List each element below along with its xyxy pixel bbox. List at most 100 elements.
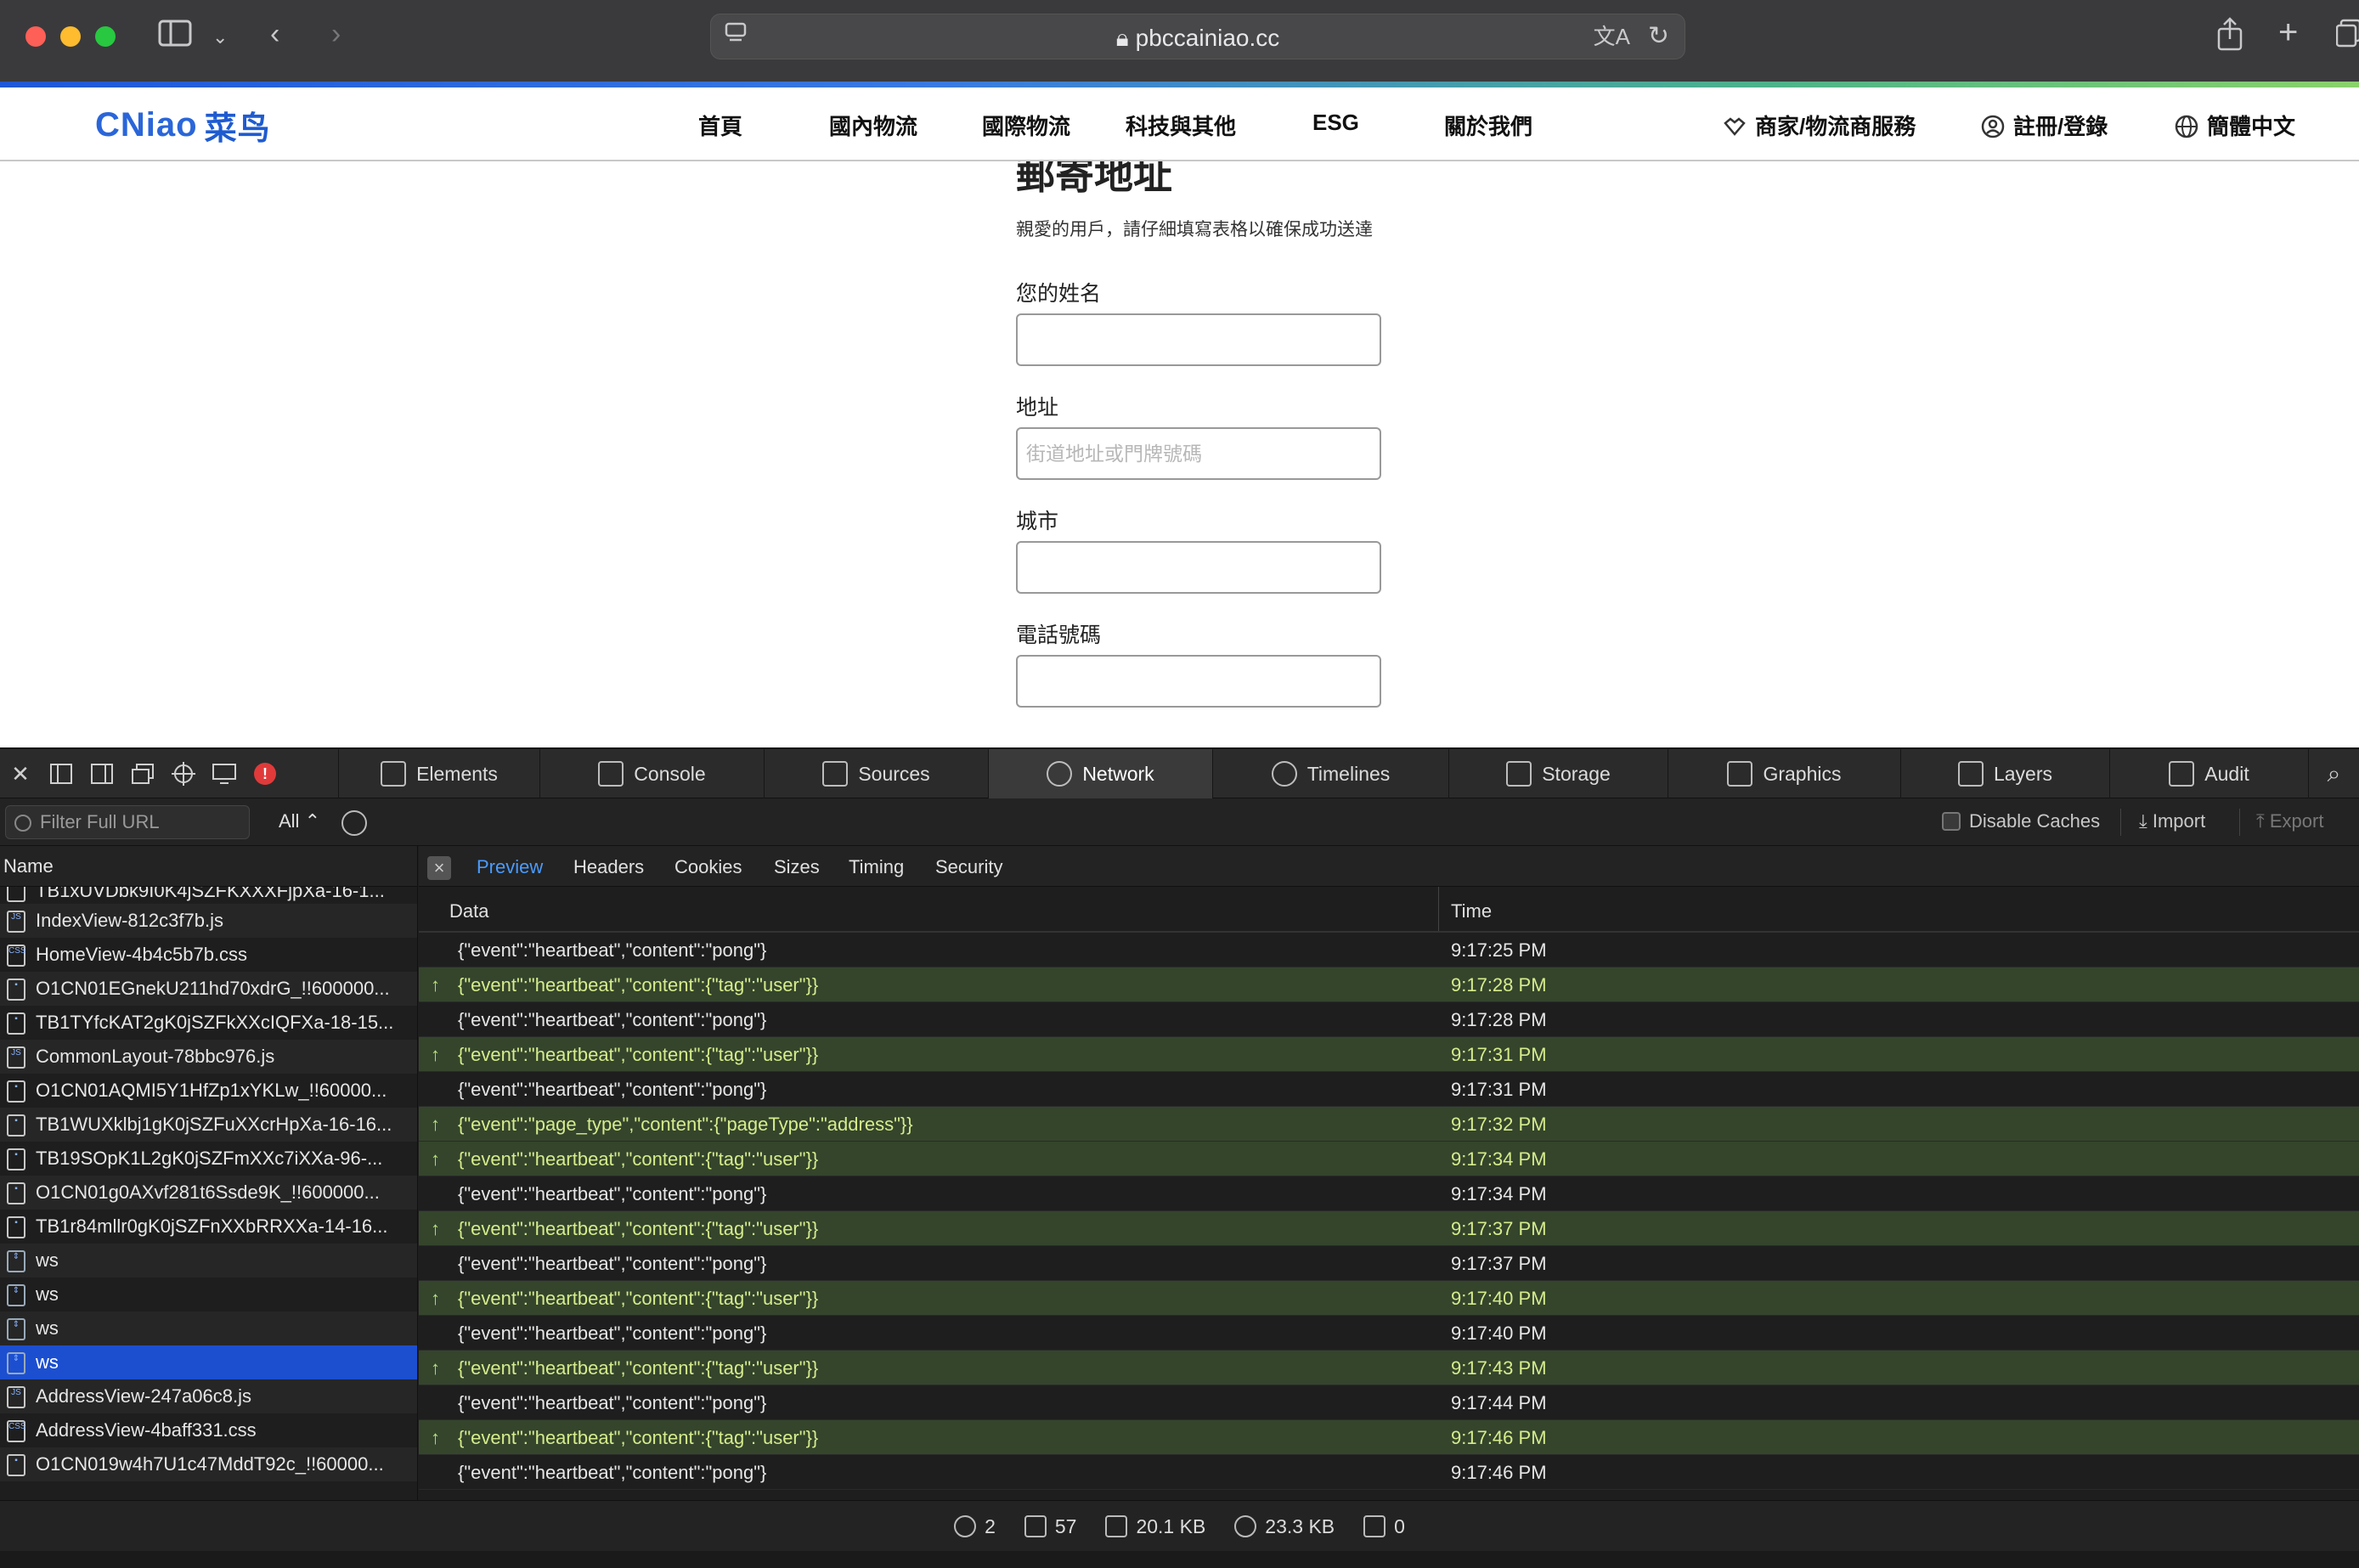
zoom-window-button[interactable] [95, 26, 116, 47]
search-icon[interactable]: ⌕ [2308, 749, 2359, 798]
nav-esg[interactable]: ESG [1312, 110, 1359, 136]
close-inspector-icon[interactable]: ✕ [0, 749, 41, 798]
import-button[interactable]: ⤓ Import [2139, 810, 2205, 832]
outgoing-frame-row[interactable]: ↑ {"event":"heartbeat","content":{"tag":"… [419, 967, 2359, 1002]
nav-register-login[interactable]: 註冊/登錄 [1981, 110, 2108, 141]
translate-icon[interactable]: 文A [1594, 20, 1630, 54]
resource-type-select[interactable]: All ⌃ [279, 810, 320, 832]
new-tab-icon[interactable]: + [2278, 15, 2298, 49]
tab-storage[interactable]: Storage [1448, 749, 1668, 798]
resource-row[interactable]: ▪ TB1TYfcKAT2gK0jSZFkXXcIQFXa-18-15... [0, 1006, 417, 1040]
disable-caches-toggle[interactable]: Disable Caches [1942, 810, 2100, 832]
nav-tech-and-other[interactable]: 科技與其他 [1126, 110, 1236, 141]
cainiao-logo[interactable]: CNiao 菜鸟 [95, 103, 271, 147]
frame-time: 9:17:25 PM [1451, 939, 1547, 961]
nav-merchant-services[interactable]: 商家/物流商服務 [1723, 110, 1916, 141]
network-status-bar: 2 57 20.1 KB 23.3 KB 0 [0, 1500, 2359, 1551]
nav-language[interactable]: 簡體中文 [2175, 110, 2295, 141]
incoming-frame-row[interactable]: {"event":"heartbeat","content":"pong"} 9:… [419, 1176, 2359, 1211]
disable-caches-checkbox[interactable] [1942, 812, 1961, 831]
tab-layers[interactable]: Layers [1900, 749, 2109, 798]
resource-row[interactable]: ▪ TB1r84mllr0gK0jSZFnXXbRRXXa-14-16... [0, 1210, 417, 1244]
resource-row[interactable]: CSS HomeView-4b4c5b7b.css [0, 938, 417, 972]
resource-row[interactable]: JS AddressView-247a06c8.js [0, 1379, 417, 1413]
incoming-frame-row[interactable]: {"event":"heartbeat","content":"pong"} 9:… [419, 1002, 2359, 1037]
close-window-button[interactable] [25, 26, 46, 47]
websocket-row[interactable]: ⇕ ws [0, 1345, 417, 1379]
outgoing-frame-row[interactable]: ↑ {"event":"heartbeat","content":{"tag":"… [419, 1351, 2359, 1385]
address-input[interactable] [1016, 427, 1381, 480]
outgoing-frame-row[interactable]: ↑ {"event":"heartbeat","content":{"tag":"… [419, 1142, 2359, 1176]
resource-row[interactable]: ▪ O1CN01EGnekU211hd70xdrG_!!600000... [0, 972, 417, 1006]
layers-icon [1957, 761, 1984, 787]
incoming-frame-row[interactable]: {"event":"heartbeat","content":"pong"} 9:… [419, 1072, 2359, 1107]
city-input[interactable] [1016, 541, 1381, 594]
tab-sources[interactable]: Sources [764, 749, 988, 798]
detach-window-icon[interactable] [122, 749, 163, 798]
nav-home[interactable]: 首頁 [698, 110, 742, 141]
incoming-frame-row[interactable]: {"event":"heartbeat","content":"pong"} 9:… [419, 933, 2359, 967]
phone-input[interactable] [1016, 655, 1381, 708]
websocket-row[interactable]: ⇕ ws [0, 1311, 417, 1345]
outgoing-frame-row[interactable]: ↑ {"event":"heartbeat","content":{"tag":"… [419, 1211, 2359, 1246]
outgoing-frame-row[interactable]: ↑ {"event":"heartbeat","content":{"tag":"… [419, 1420, 2359, 1455]
tab-graphics[interactable]: Graphics [1668, 749, 1900, 798]
websocket-row[interactable]: ⇕ ws [0, 1278, 417, 1311]
resource-row[interactable]: ▪ TB1WUXklbj1gK0jSZFuXXcrHpXa-16-16... [0, 1108, 417, 1142]
filter-options-icon[interactable] [341, 810, 367, 836]
detail-tab-security[interactable]: Security [935, 856, 1002, 878]
frame-data: {"event":"heartbeat","content":"pong"} [458, 939, 767, 961]
resource-row[interactable]: ▪ O1CN019w4h7U1c47MddT92c_!!60000... [0, 1447, 417, 1481]
websocket-row[interactable]: ⇕ ws [0, 1244, 417, 1278]
outgoing-frame-row[interactable]: ↑ {"event":"heartbeat","content":{"tag":"… [419, 1281, 2359, 1316]
close-detail-icon[interactable]: × [427, 856, 451, 880]
detail-tab-headers[interactable]: Headers [573, 856, 644, 878]
incoming-frame-row[interactable]: {"event":"heartbeat","content":"pong"} 9:… [419, 1455, 2359, 1490]
reload-icon[interactable]: ↻ [1648, 20, 1669, 54]
export-button[interactable]: ⤒ Export [2256, 810, 2323, 832]
incoming-frame-row[interactable]: {"event":"heartbeat","content":"pong"} 9:… [419, 1316, 2359, 1351]
time-column-header[interactable]: Time [1438, 887, 1492, 931]
detail-tab-sizes[interactable]: Sizes [774, 856, 820, 878]
detail-tab-preview[interactable]: Preview [477, 856, 543, 878]
minimize-window-button[interactable] [60, 26, 81, 47]
detail-tab-timing[interactable]: Timing [849, 856, 904, 878]
forward-button[interactable]: › [331, 17, 341, 51]
error-indicator[interactable]: ! [245, 749, 285, 798]
nav-international-logistics[interactable]: 國際物流 [982, 110, 1070, 141]
sidebar-toggle-icon[interactable] [158, 19, 192, 48]
address-bar[interactable]: 🔒︎ pbccainiao.cc 文A ↻ [710, 14, 1685, 59]
tab-network[interactable]: Network [988, 749, 1212, 798]
filter-url-input[interactable]: Filter Full URL [5, 805, 250, 839]
dock-left-icon[interactable] [41, 749, 82, 798]
back-button[interactable]: ‹ [270, 17, 279, 51]
tab-console[interactable]: Console [539, 749, 764, 798]
resource-row[interactable]: CSS AddressView-4baff331.css [0, 1413, 417, 1447]
resource-row[interactable]: ▪ O1CN01AQMI5Y1HfZp1xYKLw_!!60000... [0, 1074, 417, 1108]
nav-domestic-logistics[interactable]: 國內物流 [829, 110, 917, 141]
url-display[interactable]: 🔒︎ pbccainiao.cc [711, 25, 1685, 53]
resource-row[interactable]: JS IndexView-812c3f7b.js [0, 904, 417, 938]
tab-audit[interactable]: Audit [2109, 749, 2308, 798]
name-column-header[interactable]: Name [0, 846, 417, 887]
resource-row[interactable]: ▪ O1CN01g0AXvf281t6Ssde9K_!!600000... [0, 1176, 417, 1210]
name-input[interactable] [1016, 313, 1381, 366]
resource-row[interactable]: ▪ TB1xUVDbk9I0K4jSZFKXXXFjpXa-16-1... [0, 887, 417, 904]
dock-right-icon[interactable] [82, 749, 122, 798]
chevron-down-icon[interactable]: ⌄ [212, 20, 228, 54]
incoming-frame-row[interactable]: {"event":"heartbeat","content":"pong"} 9:… [419, 1246, 2359, 1281]
outgoing-frame-row[interactable]: ↑ {"event":"page_type","content":{"pageTy… [419, 1107, 2359, 1142]
incoming-frame-row[interactable]: {"event":"heartbeat","content":"pong"} 9:… [419, 1385, 2359, 1420]
outgoing-frame-row[interactable]: ↑ {"event":"heartbeat","content":{"tag":"… [419, 1037, 2359, 1072]
tab-elements[interactable]: Elements [338, 749, 539, 798]
detail-tab-cookies[interactable]: Cookies [674, 856, 742, 878]
resource-row[interactable]: ▪ TB19SOpK1L2gK0jSZFmXXc7iXXa-96-... [0, 1142, 417, 1176]
share-icon[interactable] [2215, 17, 2244, 51]
tab-timelines[interactable]: Timelines [1212, 749, 1448, 798]
nav-about-us[interactable]: 關於我們 [1444, 110, 1532, 141]
resource-row[interactable]: JS CommonLayout-78bbc976.js [0, 1040, 417, 1074]
device-settings-icon[interactable] [204, 749, 245, 798]
element-picker-icon[interactable] [163, 749, 204, 798]
data-column-header[interactable]: Data [449, 900, 488, 922]
tab-overview-icon[interactable] [2336, 19, 2359, 48]
